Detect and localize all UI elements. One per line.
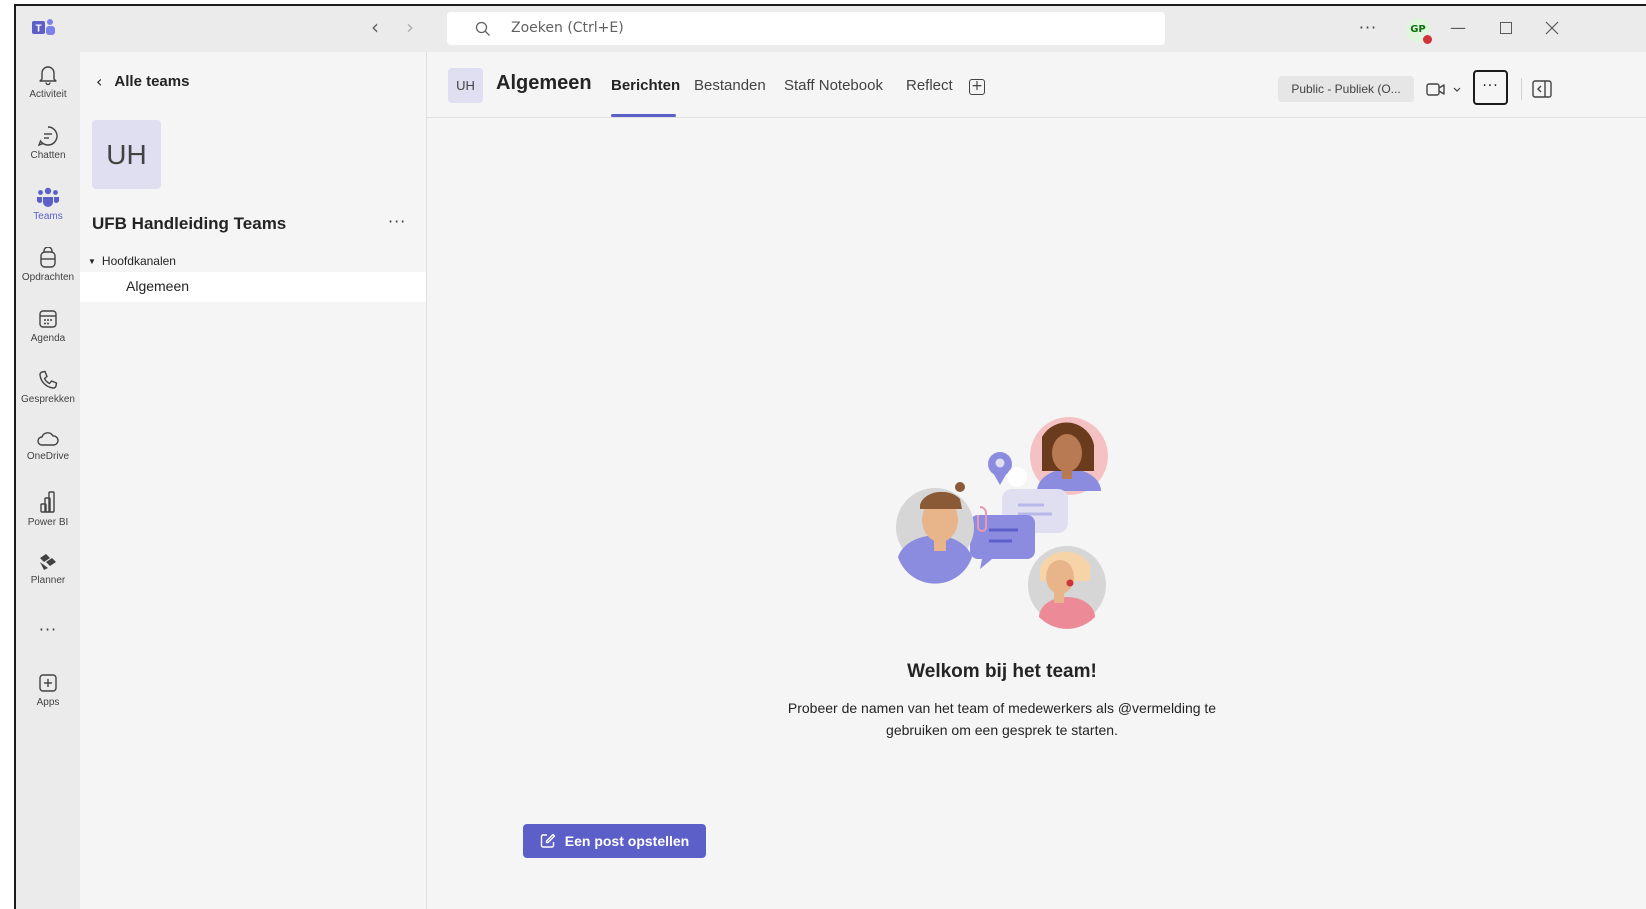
rail-item-assignments[interactable]: Opdrachten (16, 247, 80, 303)
teams-logo-icon: T (32, 19, 55, 35)
tab-files[interactable]: Bestanden (694, 77, 766, 94)
tab-reflect[interactable]: Reflect (906, 77, 953, 94)
powerbi-icon (40, 491, 55, 513)
team-more-options-icon[interactable]: ··· (388, 212, 406, 231)
tab-posts[interactable]: Berichten (611, 77, 680, 94)
calendar-icon (39, 310, 57, 328)
cloud-icon (37, 432, 59, 446)
channel-main: UH Algemeen Berichten Bestanden Staff No… (427, 52, 1646, 909)
add-apps-icon (39, 674, 57, 692)
channel-header: UH Algemeen Berichten Bestanden Staff No… (427, 52, 1646, 118)
assignments-icon (40, 247, 56, 268)
header-divider (1521, 78, 1522, 100)
compose-icon (540, 833, 555, 848)
user-initials: GP (1410, 24, 1426, 35)
rail-label: Power BI (27, 517, 69, 528)
rail-label: OneDrive (26, 451, 70, 462)
planner-icon (40, 554, 56, 570)
channel-title: Algemeen (496, 72, 592, 94)
minimize-icon[interactable]: — (1446, 16, 1470, 40)
rail-label: Chatten (30, 150, 66, 161)
title-bar: T ‹ › Zoeken (Ctrl+E) ··· GP — (16, 6, 1646, 52)
all-teams-label: Alle teams (114, 73, 190, 90)
compose-label: Een post opstellen (564, 833, 690, 849)
section-main-channels[interactable]: ▼ Hoofdkanalen (88, 254, 176, 268)
rail-label: Agenda (30, 333, 66, 344)
channel-label: Algemeen (126, 278, 190, 294)
all-teams-link[interactable]: ‹ Alle teams (96, 72, 189, 91)
rail-item-onedrive[interactable]: OneDrive (16, 430, 80, 486)
rail-item-teams[interactable]: Teams (16, 186, 80, 242)
welcome-title: Welkom bij het team! (907, 661, 1097, 682)
team-pane: ‹ Alle teams UH UFB Handleiding Teams ··… (80, 52, 427, 909)
channel-avatar: UH (448, 68, 483, 103)
bell-icon (39, 66, 57, 86)
maximize-icon[interactable] (1494, 16, 1518, 40)
welcome-illustration (896, 417, 1108, 629)
svg-text:T: T (35, 24, 41, 35)
app-rail: Activiteit Chatten Teams Opdrachten Agen… (16, 52, 80, 909)
rail-item-powerbi[interactable]: Power BI (16, 490, 80, 546)
presence-busy-icon (1422, 34, 1433, 45)
section-label: Hoofdkanalen (101, 254, 176, 268)
sensitivity-label-button[interactable]: Public - Publiek (O... (1278, 76, 1414, 102)
back-arrow-icon[interactable]: ‹ (365, 17, 385, 38)
teams-window: T ‹ › Zoeken (Ctrl+E) ··· GP — Activitei… (14, 4, 1646, 909)
team-avatar: UH (92, 120, 161, 189)
video-meet-icon[interactable] (1425, 80, 1465, 100)
search-placeholder: Zoeken (Ctrl+E) (511, 20, 624, 36)
user-avatar[interactable]: GP (1406, 18, 1433, 45)
rail-more-icon[interactable]: ··· (16, 620, 80, 644)
chevron-left-icon: ‹ (96, 72, 103, 91)
channel-more-options-button[interactable]: ··· (1473, 70, 1508, 105)
rail-label: Opdrachten (21, 272, 75, 283)
rail-label: Planner (30, 575, 66, 586)
add-tab-icon[interactable]: + (969, 79, 985, 95)
rail-item-activity[interactable]: Activiteit (16, 64, 80, 120)
compose-post-button[interactable]: Een post opstellen (523, 824, 706, 858)
caret-down-icon: ▼ (88, 256, 96, 266)
phone-icon (39, 370, 58, 389)
rail-item-calendar[interactable]: Agenda (16, 308, 80, 364)
rail-item-calls[interactable]: Gesprekken (16, 369, 80, 425)
close-icon[interactable] (1540, 16, 1564, 40)
rail-item-chat[interactable]: Chatten (16, 125, 80, 181)
open-pane-icon[interactable] (1532, 80, 1552, 98)
rail-label: Activiteit (29, 89, 67, 100)
forward-arrow-icon[interactable]: › (400, 17, 420, 38)
chat-icon (37, 126, 58, 147)
rail-label: Apps (36, 697, 60, 708)
teams-icon (37, 187, 59, 207)
search-input[interactable]: Zoeken (Ctrl+E) (447, 12, 1165, 45)
rail-label: Gesprekken (21, 394, 75, 405)
rail-label: Teams (33, 211, 63, 222)
rail-item-planner[interactable]: Planner (16, 552, 80, 608)
search-icon (475, 21, 490, 36)
channel-item-general[interactable]: Algemeen (80, 272, 426, 302)
rail-item-apps[interactable]: Apps (16, 672, 80, 728)
active-tab-indicator (611, 114, 676, 117)
team-name: UFB Handleiding Teams (92, 214, 287, 233)
settings-more-icon[interactable]: ··· (1356, 18, 1380, 38)
welcome-text: Probeer de namen van het team of medewer… (787, 700, 1217, 738)
tab-staff-notebook[interactable]: Staff Notebook (784, 77, 883, 94)
